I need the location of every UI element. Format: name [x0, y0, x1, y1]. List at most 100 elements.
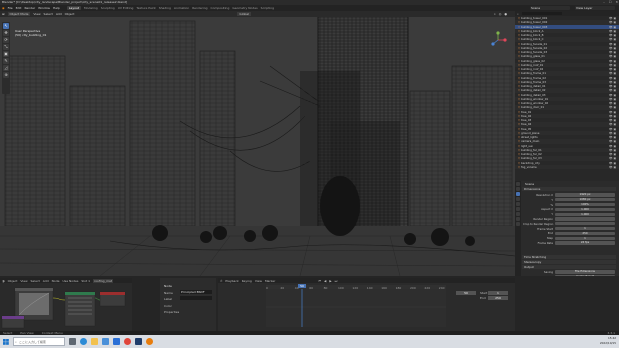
timeline-menu-keying[interactable]: Keying: [242, 279, 252, 283]
viewport-menu-view[interactable]: View: [33, 12, 40, 16]
edge-browser-icon[interactable]: [80, 338, 87, 345]
timeline-menu-view[interactable]: View: [255, 279, 262, 283]
play-icon[interactable]: ▶: [329, 279, 331, 283]
scene-tab-icon[interactable]: [516, 202, 520, 206]
outliner-search-input[interactable]: [521, 12, 562, 15]
snap-icon[interactable]: ⌖: [494, 12, 496, 16]
mode-selector[interactable]: Object Mode: [7, 12, 31, 16]
shader-menu-view[interactable]: View: [20, 279, 27, 283]
viewport-menu-select[interactable]: Select: [44, 12, 53, 16]
property-value-field[interactable]: 250: [555, 231, 615, 235]
workspace-tab-animation[interactable]: Animation: [174, 6, 189, 10]
property-value-field[interactable]: 1080 px: [555, 198, 615, 202]
timeline-editor[interactable]: 0 20 40 60 80 100 120 140 160 180 200 220 240 50 50 …: [218, 278, 515, 331]
task-view-icon[interactable]: [69, 338, 76, 345]
annotate-tool-icon[interactable]: ✎: [3, 58, 9, 64]
jump-end-icon[interactable]: ⏭: [335, 279, 338, 283]
file-explorer-icon[interactable]: [91, 338, 98, 345]
system-tray-clock[interactable]: 15:42 2022/10/15: [600, 336, 616, 346]
time-stretching-header[interactable]: Time Stretching: [522, 255, 616, 259]
node-properties-label[interactable]: Properties: [164, 310, 179, 314]
property-value-field[interactable]: File Extensions: [555, 270, 615, 274]
workspace-tab-sculpting[interactable]: Sculpting: [101, 6, 115, 10]
transform-tool-icon[interactable]: ▣: [3, 51, 9, 57]
cursor-tool-icon[interactable]: ⊕: [3, 72, 9, 78]
node-name-field[interactable]: Principled BSDF: [180, 290, 212, 294]
shader-editor[interactable]: [0, 278, 132, 331]
material-selector[interactable]: roofing_mat: [93, 278, 114, 283]
dimensions-panel-header[interactable]: Dimensions: [522, 187, 616, 191]
use-nodes-checkbox[interactable]: Use Nodes: [62, 279, 78, 283]
shader-editor-type-icon[interactable]: ◑: [2, 279, 5, 283]
menu-file[interactable]: File: [8, 6, 13, 10]
workspace-tab-modeling[interactable]: Modeling: [84, 6, 98, 10]
shading-wireframe-icon[interactable]: ◎: [499, 12, 502, 16]
rotate-tool-icon[interactable]: ⟳: [3, 37, 9, 43]
workspace-tab-uv-editing[interactable]: UV Editing: [118, 6, 134, 10]
workspace-tab-geometry-nodes[interactable]: Geometry Nodes: [232, 6, 257, 10]
node-label-field[interactable]: [180, 296, 212, 300]
workspace-tab-scripting[interactable]: Scripting: [261, 6, 274, 10]
slot-selector[interactable]: Slot 1: [81, 279, 90, 283]
scene-selector[interactable]: Scene: [530, 6, 570, 10]
viewport-menu-object[interactable]: Object: [65, 12, 75, 16]
current-frame-field[interactable]: 50: [456, 291, 476, 295]
editor-type-icon[interactable]: ⊞: [2, 12, 5, 16]
timeline-menu-marker[interactable]: Marker: [265, 279, 275, 283]
transform-orientation[interactable]: Global: [237, 12, 251, 16]
blender-taskbar-icon[interactable]: [146, 338, 153, 345]
tool-tab-icon[interactable]: [516, 182, 520, 186]
property-value-field[interactable]: [555, 217, 615, 221]
frame-end-field[interactable]: 250: [488, 296, 508, 300]
workspace-tab-layout[interactable]: Layout: [66, 6, 82, 10]
stereoscopy-header[interactable]: Stereoscopy: [522, 260, 616, 264]
output-tab-icon[interactable]: [516, 192, 520, 196]
scale-tool-icon[interactable]: ⤡: [3, 44, 9, 50]
menu-edit[interactable]: Edit: [16, 6, 22, 10]
workspace-tab-shading[interactable]: Shading: [159, 6, 171, 10]
chrome-icon[interactable]: [124, 338, 131, 345]
3d-viewport[interactable]: [0, 11, 515, 276]
property-value-field[interactable]: [555, 222, 615, 226]
property-value-field[interactable]: 1.000: [555, 212, 615, 216]
frame-start-field[interactable]: 1: [488, 291, 508, 295]
property-value-field[interactable]: 100%: [555, 202, 615, 207]
menu-window[interactable]: Window: [38, 6, 50, 10]
property-value-field[interactable]: 1: [555, 226, 615, 231]
shader-menu-node[interactable]: Node: [52, 279, 60, 283]
select-tool-icon[interactable]: ↖: [3, 23, 9, 29]
play-reverse-icon[interactable]: ◀: [324, 279, 326, 283]
windows-start-icon[interactable]: [0, 335, 11, 348]
playhead-frame-indicator[interactable]: 50: [298, 284, 306, 288]
viewport-menu-add[interactable]: Add: [56, 12, 62, 16]
photoshop-icon[interactable]: [135, 338, 142, 345]
workspace-tab-rendering[interactable]: Rendering: [192, 6, 207, 10]
jump-start-icon[interactable]: ⏮: [318, 279, 321, 283]
workspace-tab-texture-paint[interactable]: Texture Paint: [136, 6, 155, 10]
workspace-tab-compositing[interactable]: Compositing: [211, 6, 230, 10]
shader-menu-object[interactable]: Object: [8, 279, 18, 283]
property-value-field[interactable]: 1: [555, 236, 615, 240]
taskbar-search-box[interactable]: ⌕ ここに入力して検索: [13, 337, 65, 346]
property-value-field[interactable]: 1920 px: [555, 193, 615, 197]
node-color-label[interactable]: Color: [164, 304, 172, 308]
object-tab-icon[interactable]: [516, 212, 520, 216]
modifier-tab-icon[interactable]: [516, 217, 520, 221]
timeline-menu-playback[interactable]: Playback: [225, 279, 238, 283]
menu-help[interactable]: Help: [53, 6, 60, 10]
shader-menu-add[interactable]: Add: [43, 279, 49, 283]
shading-solid-icon[interactable]: ●: [504, 12, 507, 16]
shader-menu-select[interactable]: Select: [31, 279, 40, 283]
move-tool-icon[interactable]: ✥: [3, 30, 9, 36]
visibility-eye-icon[interactable]: 👁▣: [609, 165, 617, 169]
world-tab-icon[interactable]: [516, 207, 520, 211]
output-panel-header[interactable]: Output: [522, 265, 616, 269]
material-tab-icon[interactable]: [516, 222, 520, 226]
navigation-gizmo-icon[interactable]: [488, 30, 508, 50]
measure-tool-icon[interactable]: ◿: [3, 65, 9, 71]
property-value-field[interactable]: 1.000: [555, 207, 615, 211]
store-icon[interactable]: [102, 338, 109, 345]
render-tab-icon[interactable]: [516, 187, 520, 191]
menu-render[interactable]: Render: [24, 6, 35, 10]
outliner-filter-icon[interactable]: ⌕: [517, 12, 519, 16]
